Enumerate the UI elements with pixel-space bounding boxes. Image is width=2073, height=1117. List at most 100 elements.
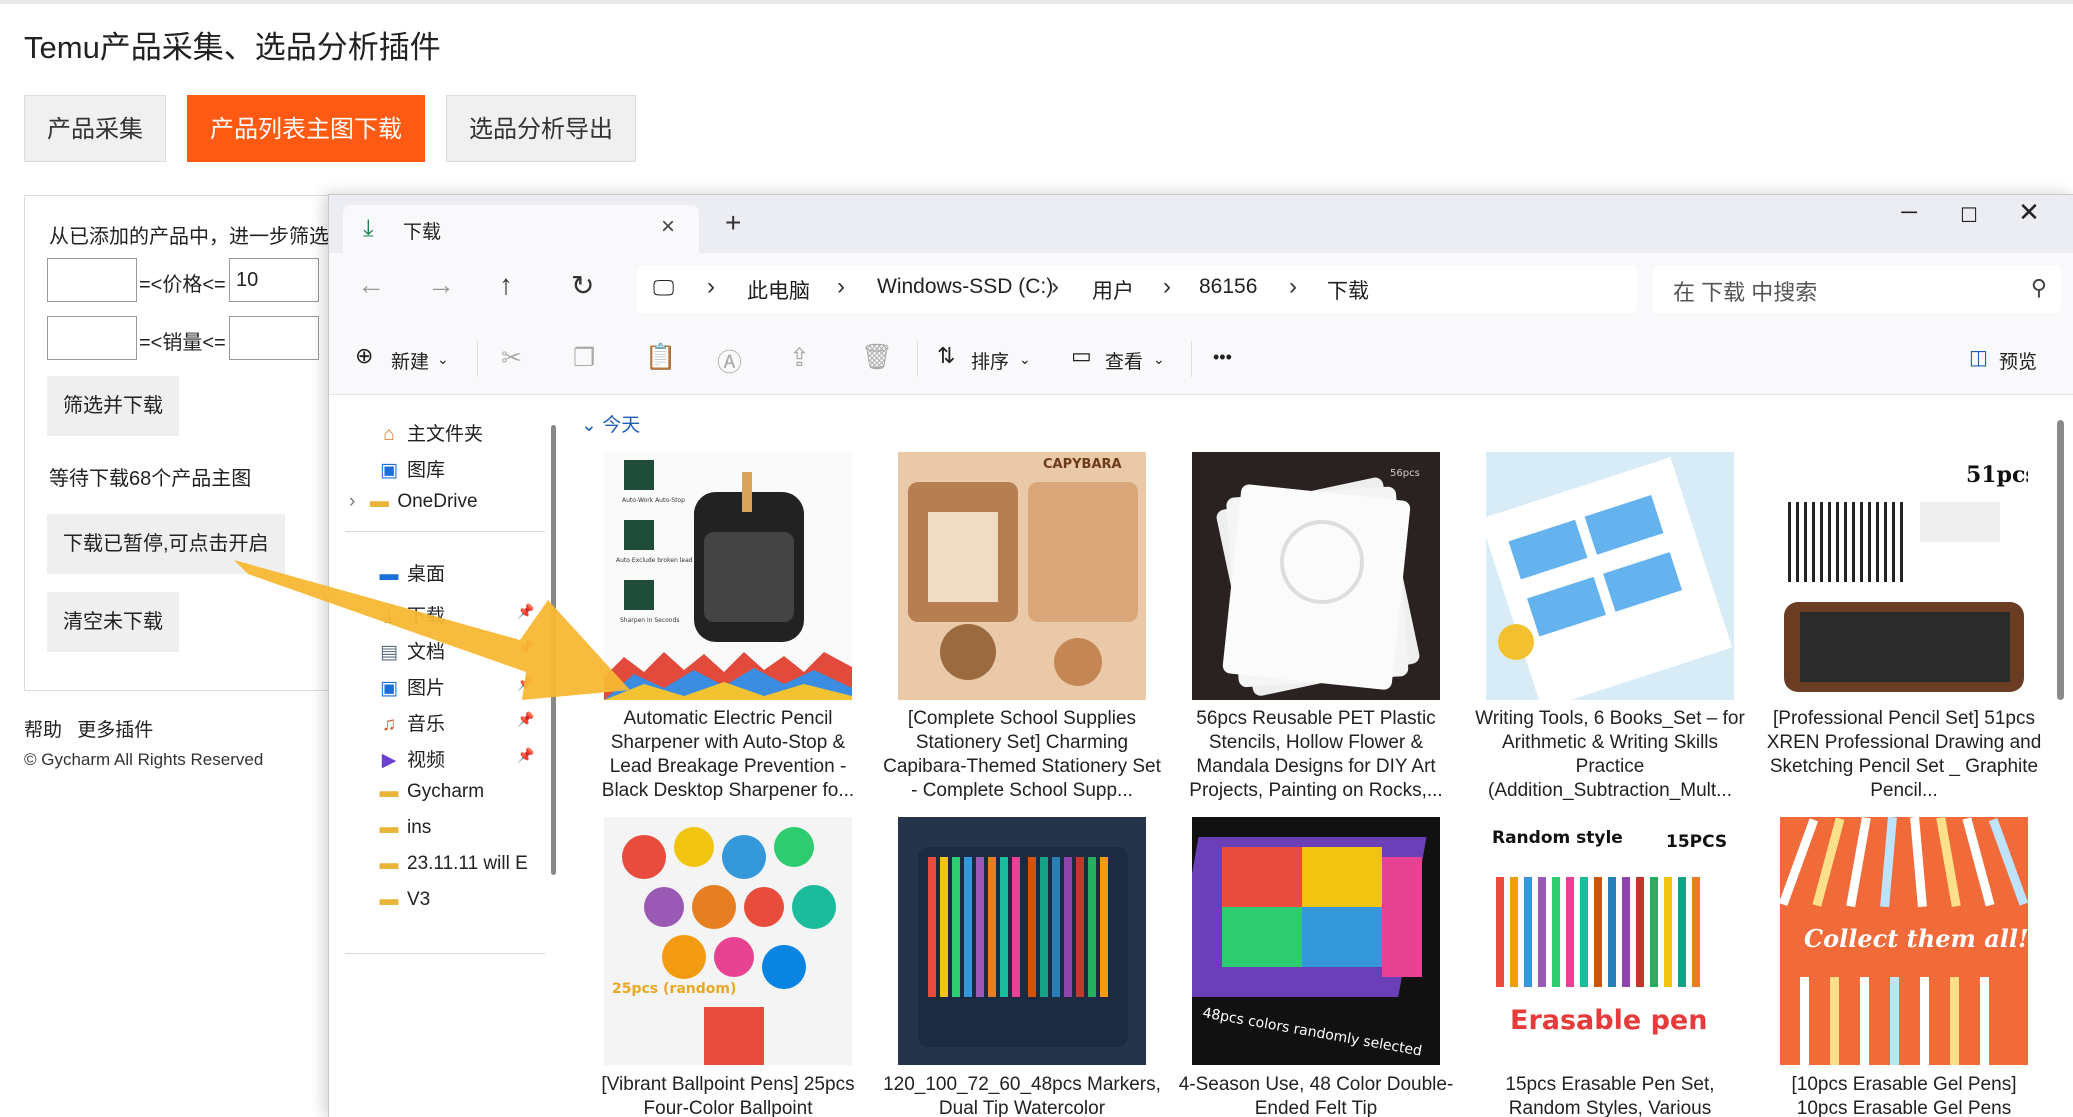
paste-icon[interactable]: 📋 (645, 343, 676, 372)
folder-icon: ▬ (379, 853, 399, 874)
ballpoint-pens-image: 25pcs (random) (604, 817, 852, 1065)
sidebar-item-label: V3 (407, 889, 431, 910)
more-options-icon[interactable]: ••• (1213, 347, 1232, 368)
tab-downloads[interactable]: ⤓ 下载 × (343, 205, 699, 255)
waiting-status: 等待下载68个产品主图 (49, 468, 252, 490)
price-max-input[interactable]: 10 (229, 258, 319, 302)
sidebar-item-pictures[interactable]: ▣ 图片 (377, 673, 445, 700)
delete-icon[interactable]: 🗑 (861, 343, 893, 372)
pin-icon: 📌 (517, 711, 535, 727)
resume-download-button[interactable]: 下载已暂停,可点击开启 (47, 514, 285, 574)
price-min-input[interactable] (47, 258, 137, 302)
new-tab-icon[interactable]: + (725, 207, 741, 239)
preview-button[interactable]: 预览 (1999, 347, 2037, 374)
sidebar-item-label: 下载 (407, 606, 446, 627)
file-thumbnail[interactable] (1486, 452, 1734, 700)
clear-pending-button[interactable]: 清空未下载 (47, 592, 179, 652)
preview-pane-icon: ◫ (1969, 347, 1988, 369)
chevron-down-icon: ⌄ (581, 415, 603, 436)
sidebar-item-label: 23.11.11 will EI (407, 853, 527, 874)
file-name: [Complete School Supplies Stationery Set… (883, 708, 1161, 801)
tab-product-collect[interactable]: 产品采集 (24, 95, 166, 162)
sidebar-item-documents[interactable]: ▤ 文档 (377, 637, 445, 664)
file-thumbnail[interactable]: Collect them all! (1780, 817, 2028, 1065)
footer-links: 帮助 更多插件 (24, 715, 163, 742)
search-placeholder: 在 下载 中搜索 (1673, 280, 1818, 305)
file-thumbnail[interactable]: CAPYBARA (898, 452, 1146, 700)
sidebar-item-label: 主文件夹 (407, 424, 484, 445)
chevron-right-icon: › (1289, 273, 1297, 300)
sidebar-item-label: 文档 (407, 642, 446, 663)
file-thumbnail[interactable]: Random style 15PCS Erasable pen (1486, 817, 1734, 1065)
breadcrumb-downloads[interactable]: 下载 (1327, 275, 1369, 305)
sidebar-item-gycharm[interactable]: ▬ Gycharm (377, 781, 485, 803)
thumb-text: 51pcs (1966, 462, 2028, 488)
group-header-label: 今天 (602, 415, 641, 436)
sidebar-item-v3[interactable]: ▬ V3 (377, 889, 431, 911)
help-link[interactable]: 帮助 (24, 720, 62, 741)
up-icon[interactable]: ↑ (499, 269, 513, 301)
sidebar-item-folder-2311[interactable]: ▬ 23.11.11 will EI (377, 853, 528, 875)
file-name: 15pcs Erasable Pen Set, Random Styles, V… (1505, 1074, 1715, 1117)
close-tab-icon[interactable]: × (661, 213, 675, 241)
video-icon: ▶ (381, 750, 397, 771)
sidebar-item-music[interactable]: ♫ 音乐 (377, 709, 445, 736)
breadcrumb-drive[interactable]: Windows-SSD (C:) (877, 275, 1053, 299)
sidebar-item-downloads[interactable]: ⤓ 下载 (377, 601, 445, 628)
thumb-text: 25pcs (random) (612, 981, 736, 997)
file-thumbnail[interactable]: 48pcs colors randomly selected (1192, 817, 1440, 1065)
sidebar-item-onedrive[interactable]: › ▬ OneDrive (349, 491, 478, 513)
file-name: 56pcs Reusable PET Plastic Stencils, Hol… (1189, 708, 1443, 801)
copy-icon[interactable]: ❐ (573, 343, 595, 373)
divider (1191, 341, 1192, 377)
minimize-icon[interactable]: ─ (1879, 199, 1939, 225)
back-icon[interactable]: ← (357, 269, 385, 301)
breadcrumb-users[interactable]: 用户 (1092, 275, 1134, 305)
refresh-icon[interactable]: ↻ (571, 269, 594, 302)
breadcrumb-this-pc[interactable]: 此电脑 (747, 275, 810, 305)
more-plugins-link[interactable]: 更多插件 (77, 720, 153, 741)
sidebar-item-label: 桌面 (407, 564, 446, 585)
markers-case-image (898, 817, 1146, 1065)
pencil-set-image: 51pcs (1780, 452, 2028, 700)
sales-min-input[interactable] (47, 316, 137, 360)
maximize-icon[interactable]: ☐ (1939, 203, 1999, 228)
file-thumbnail[interactable]: 56pcs (1192, 452, 1440, 700)
sales-max-input[interactable] (229, 316, 319, 360)
sidebar-item-desktop[interactable]: ▬ 桌面 (377, 559, 446, 586)
share-icon[interactable]: ⇪ (789, 343, 810, 373)
divider (477, 341, 478, 377)
tab-analysis-export[interactable]: 选品分析导出 (446, 95, 636, 162)
download-icon: ⤓ (384, 606, 394, 627)
content-scrollbar[interactable] (2057, 420, 2064, 700)
pin-icon: 📌 (517, 675, 535, 691)
search-input[interactable]: 在 下载 中搜索 ⚲ (1653, 265, 2061, 313)
new-button[interactable]: 新建 (391, 347, 429, 374)
tab-main-image-download[interactable]: 产品列表主图下载 (187, 95, 425, 162)
close-window-icon[interactable]: ✕ (1999, 197, 2059, 228)
sidebar-scrollbar[interactable] (551, 425, 556, 875)
sidebar-item-home[interactable]: ⌂ 主文件夹 (377, 419, 483, 446)
address-bar-row: ← → ↑ ↻ 🖵 › 此电脑 › Windows-SSD (C:) › 用户 … (329, 253, 2073, 325)
sidebar-item-ins[interactable]: ▬ ins (377, 817, 432, 839)
breadcrumb-user[interactable]: 86156 (1199, 275, 1257, 299)
file-name: Automatic Electric Pencil Sharpener with… (601, 708, 855, 801)
sort-button[interactable]: 排序 (971, 347, 1009, 374)
breadcrumb[interactable]: 🖵 › 此电脑 › Windows-SSD (C:) › 用户 › 86156 … (637, 265, 1637, 313)
filter-download-button[interactable]: 筛选并下载 (47, 376, 179, 436)
file-name: 4-Season Use, 48 Color Double-Ended Felt… (1178, 1074, 1454, 1117)
file-thumbnail[interactable]: 25pcs (random) (604, 817, 852, 1065)
pictures-icon: ▣ (380, 678, 398, 699)
file-thumbnail[interactable]: Auto-Work Auto-Stop Auto Exclude broken … (604, 452, 852, 700)
cut-icon[interactable]: ✂ (501, 343, 522, 373)
sidebar-item-videos[interactable]: ▶ 视频 (377, 745, 445, 772)
file-thumbnail[interactable] (898, 817, 1146, 1065)
group-header[interactable]: ⌄ 今天 (581, 410, 640, 437)
forward-icon[interactable]: → (427, 269, 455, 301)
view-button[interactable]: 查看 (1105, 347, 1143, 374)
folder-icon: ▬ (379, 817, 399, 838)
document-icon: ▤ (380, 642, 398, 663)
rename-icon[interactable]: Ⓐ (717, 343, 742, 379)
sidebar-item-gallery[interactable]: ▣ 图库 (377, 455, 445, 482)
file-thumbnail[interactable]: 51pcs (1780, 452, 2028, 700)
